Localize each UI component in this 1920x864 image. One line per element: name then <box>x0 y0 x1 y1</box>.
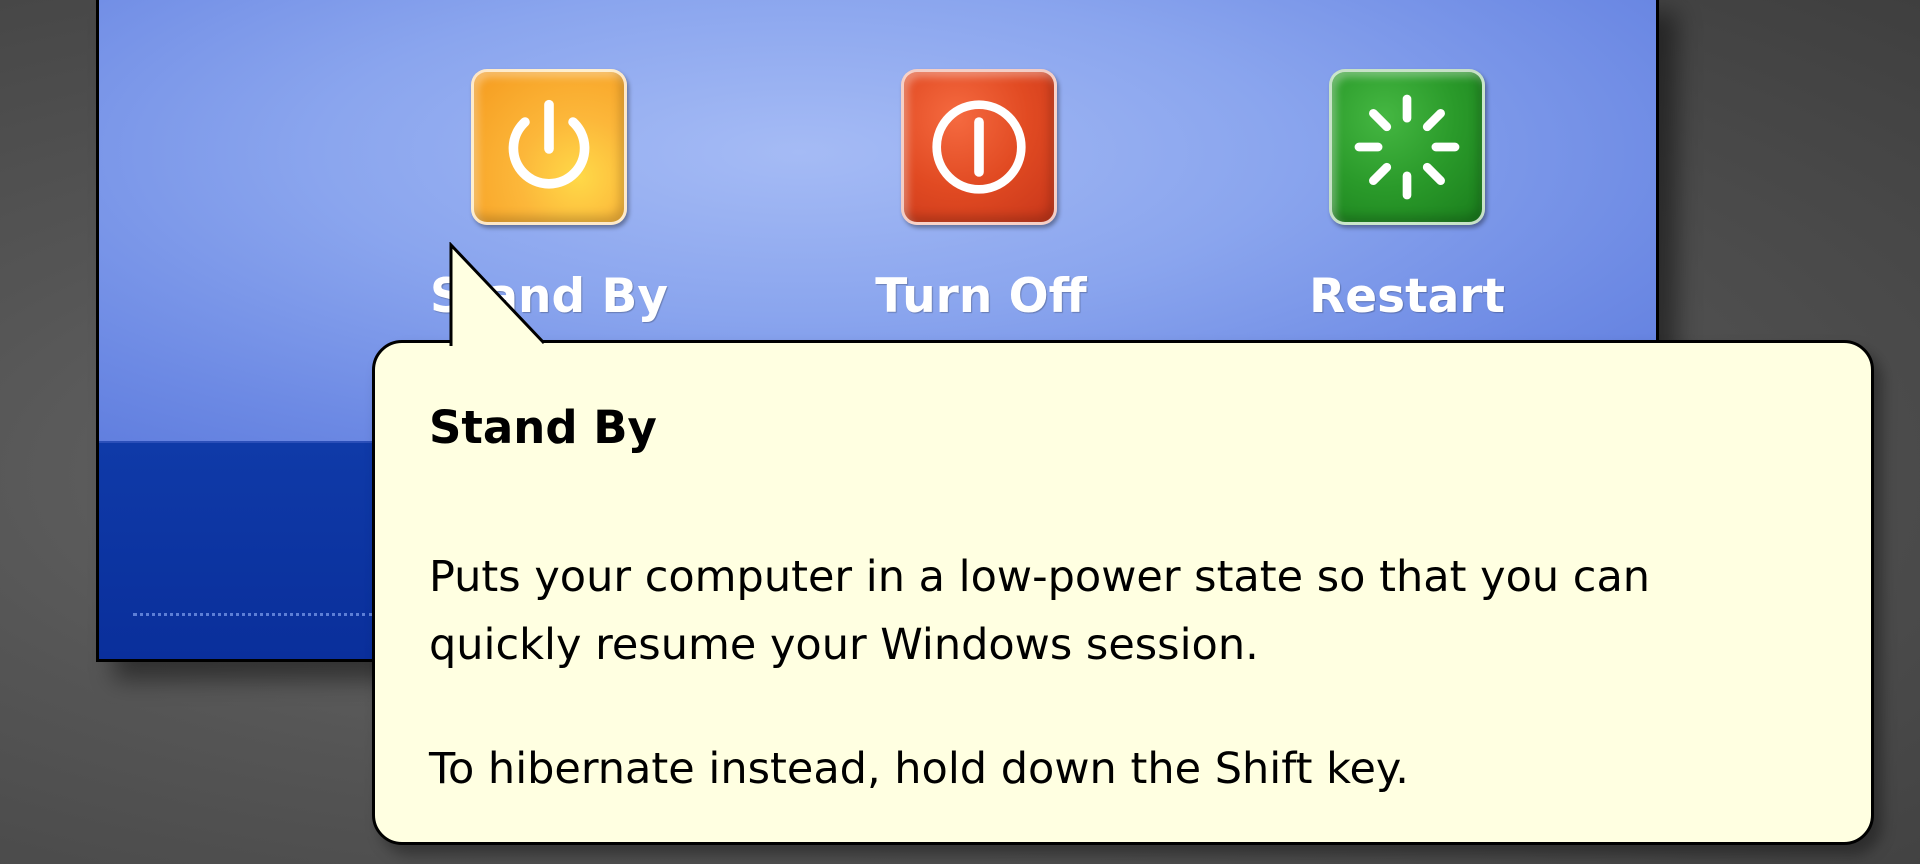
power-icon[interactable] <box>471 69 627 225</box>
turn-off-option[interactable]: Turn Off <box>851 0 1111 337</box>
restart-icon[interactable] <box>1329 69 1485 225</box>
tooltip-description: Puts your computer in a low-power state … <box>429 543 1650 679</box>
tooltip-hint: To hibernate instead, hold down the Shif… <box>429 744 1409 794</box>
turn-off-label[interactable]: Turn Off <box>851 269 1111 324</box>
tooltip-description-line: quickly resume your Windows session. <box>429 620 1259 670</box>
restart-option[interactable]: Restart <box>1277 0 1537 337</box>
stand-by-tooltip: Stand By Puts your computer in a low-pow… <box>372 340 1874 845</box>
footer-dotted-divider <box>133 613 373 616</box>
tooltip-description-line: Puts your computer in a low-power state … <box>429 552 1651 602</box>
tooltip-pointer <box>448 242 548 346</box>
restart-label[interactable]: Restart <box>1277 269 1537 324</box>
tooltip-title: Stand By <box>429 401 657 454</box>
turn-off-icon[interactable] <box>901 69 1057 225</box>
